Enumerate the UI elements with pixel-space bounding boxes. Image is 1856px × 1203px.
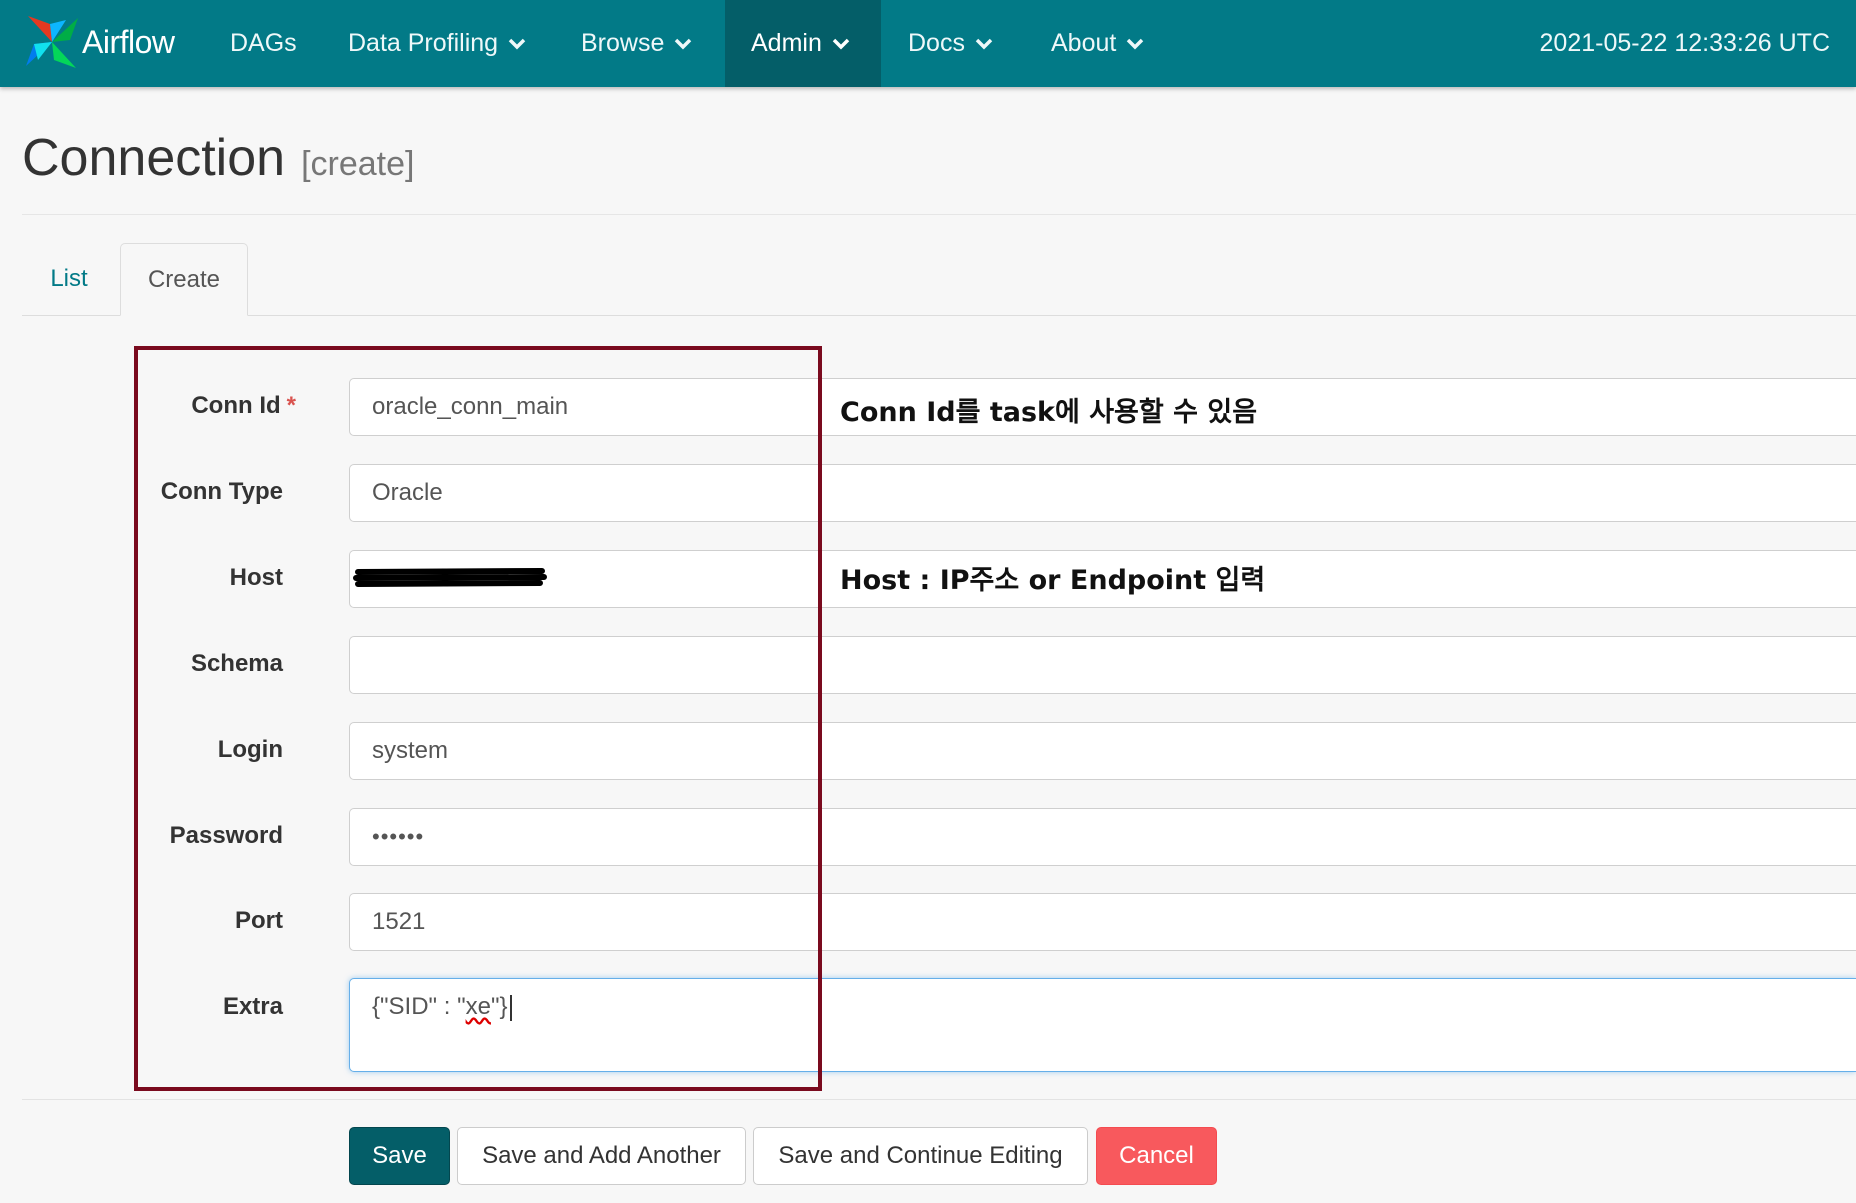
conn-id-value: oracle_conn_main xyxy=(372,393,569,420)
brand[interactable]: Airflow xyxy=(20,10,175,74)
nav-about-label: About xyxy=(1051,29,1117,57)
conn-id-label: Conn Id * xyxy=(191,392,296,420)
conn-type-select[interactable]: Oracle xyxy=(349,464,1856,522)
nav-admin-label: Admin xyxy=(751,29,822,57)
nav-dags-label: DAGs xyxy=(230,29,297,57)
chevron-down-icon xyxy=(1127,38,1144,49)
page-subtitle: [create] xyxy=(301,145,415,183)
port-label: Port xyxy=(235,907,283,934)
extra-value-prefix: {"SID" : " xyxy=(372,993,466,1020)
nav-browse[interactable]: Browse xyxy=(555,0,718,87)
utc-clock: 2021-05-22 12:33:26 UTC xyxy=(1539,29,1830,57)
brand-name: Airflow xyxy=(82,23,175,60)
nav-data-profiling-label: Data Profiling xyxy=(348,29,499,57)
nav-dags[interactable]: DAGs xyxy=(204,0,323,87)
conn-id-label-text: Conn Id xyxy=(191,392,281,419)
port-input[interactable]: 1521 xyxy=(349,893,1856,951)
required-mark: * xyxy=(286,392,296,419)
password-value: •••••• xyxy=(372,824,425,849)
top-navbar: Airflow DAGs Data Profiling Browse Admin… xyxy=(0,0,1856,87)
nav-admin[interactable]: Admin xyxy=(725,0,881,87)
tab-list[interactable]: List xyxy=(22,243,116,315)
header-divider xyxy=(22,214,1856,215)
conn-type-value: Oracle xyxy=(372,479,443,506)
extra-label: Extra xyxy=(222,993,283,1020)
extra-value-sid: xe xyxy=(465,993,491,1020)
schema-label: Schema xyxy=(190,650,283,677)
cancel-button[interactable]: Cancel xyxy=(1096,1127,1217,1185)
tabs-divider xyxy=(22,315,1856,316)
host-label: Host xyxy=(229,564,283,591)
host-annotation: Host : IP주소 or Endpoint 입력 xyxy=(840,565,1266,596)
nav-docs-label: Docs xyxy=(908,29,965,57)
password-input[interactable]: •••••• xyxy=(349,808,1856,866)
save-and-continue-editing-button[interactable]: Save and Continue Editing xyxy=(753,1127,1088,1185)
page-title: Connection xyxy=(22,129,286,187)
schema-input[interactable] xyxy=(349,636,1856,694)
extra-value-suffix: "} xyxy=(490,993,508,1020)
pinwheel-logo-icon xyxy=(26,16,78,68)
page-header: Connection [create] xyxy=(22,128,414,188)
save-button[interactable]: Save xyxy=(349,1127,450,1185)
nav-browse-label: Browse xyxy=(581,29,665,57)
login-value: system xyxy=(372,737,449,764)
chevron-down-icon xyxy=(508,38,526,49)
conn-id-annotation: Conn Id를 task에 사용할 수 있음 xyxy=(840,397,1258,428)
nav-data-profiling[interactable]: Data Profiling xyxy=(322,0,552,87)
chevron-down-icon xyxy=(675,38,692,49)
redaction-scribble xyxy=(353,568,547,587)
conn-type-label: Conn Type xyxy=(160,478,283,505)
extra-value: {"SID" : "xe"} xyxy=(372,993,512,1021)
nav-about[interactable]: About xyxy=(1025,0,1170,87)
port-value: 1521 xyxy=(372,908,426,935)
login-input[interactable]: system xyxy=(349,722,1856,780)
text-cursor xyxy=(509,994,512,1021)
login-label: Login xyxy=(217,736,283,763)
password-label: Password xyxy=(169,822,283,849)
tab-create[interactable]: Create xyxy=(120,243,248,316)
nav-docs[interactable]: Docs xyxy=(882,0,1019,87)
save-and-add-another-button[interactable]: Save and Add Another xyxy=(457,1127,746,1185)
extra-textarea[interactable]: {"SID" : "xe"} xyxy=(349,978,1856,1072)
form-footer-divider xyxy=(22,1099,1856,1100)
chevron-down-icon xyxy=(832,38,850,49)
chevron-down-icon xyxy=(975,38,993,49)
